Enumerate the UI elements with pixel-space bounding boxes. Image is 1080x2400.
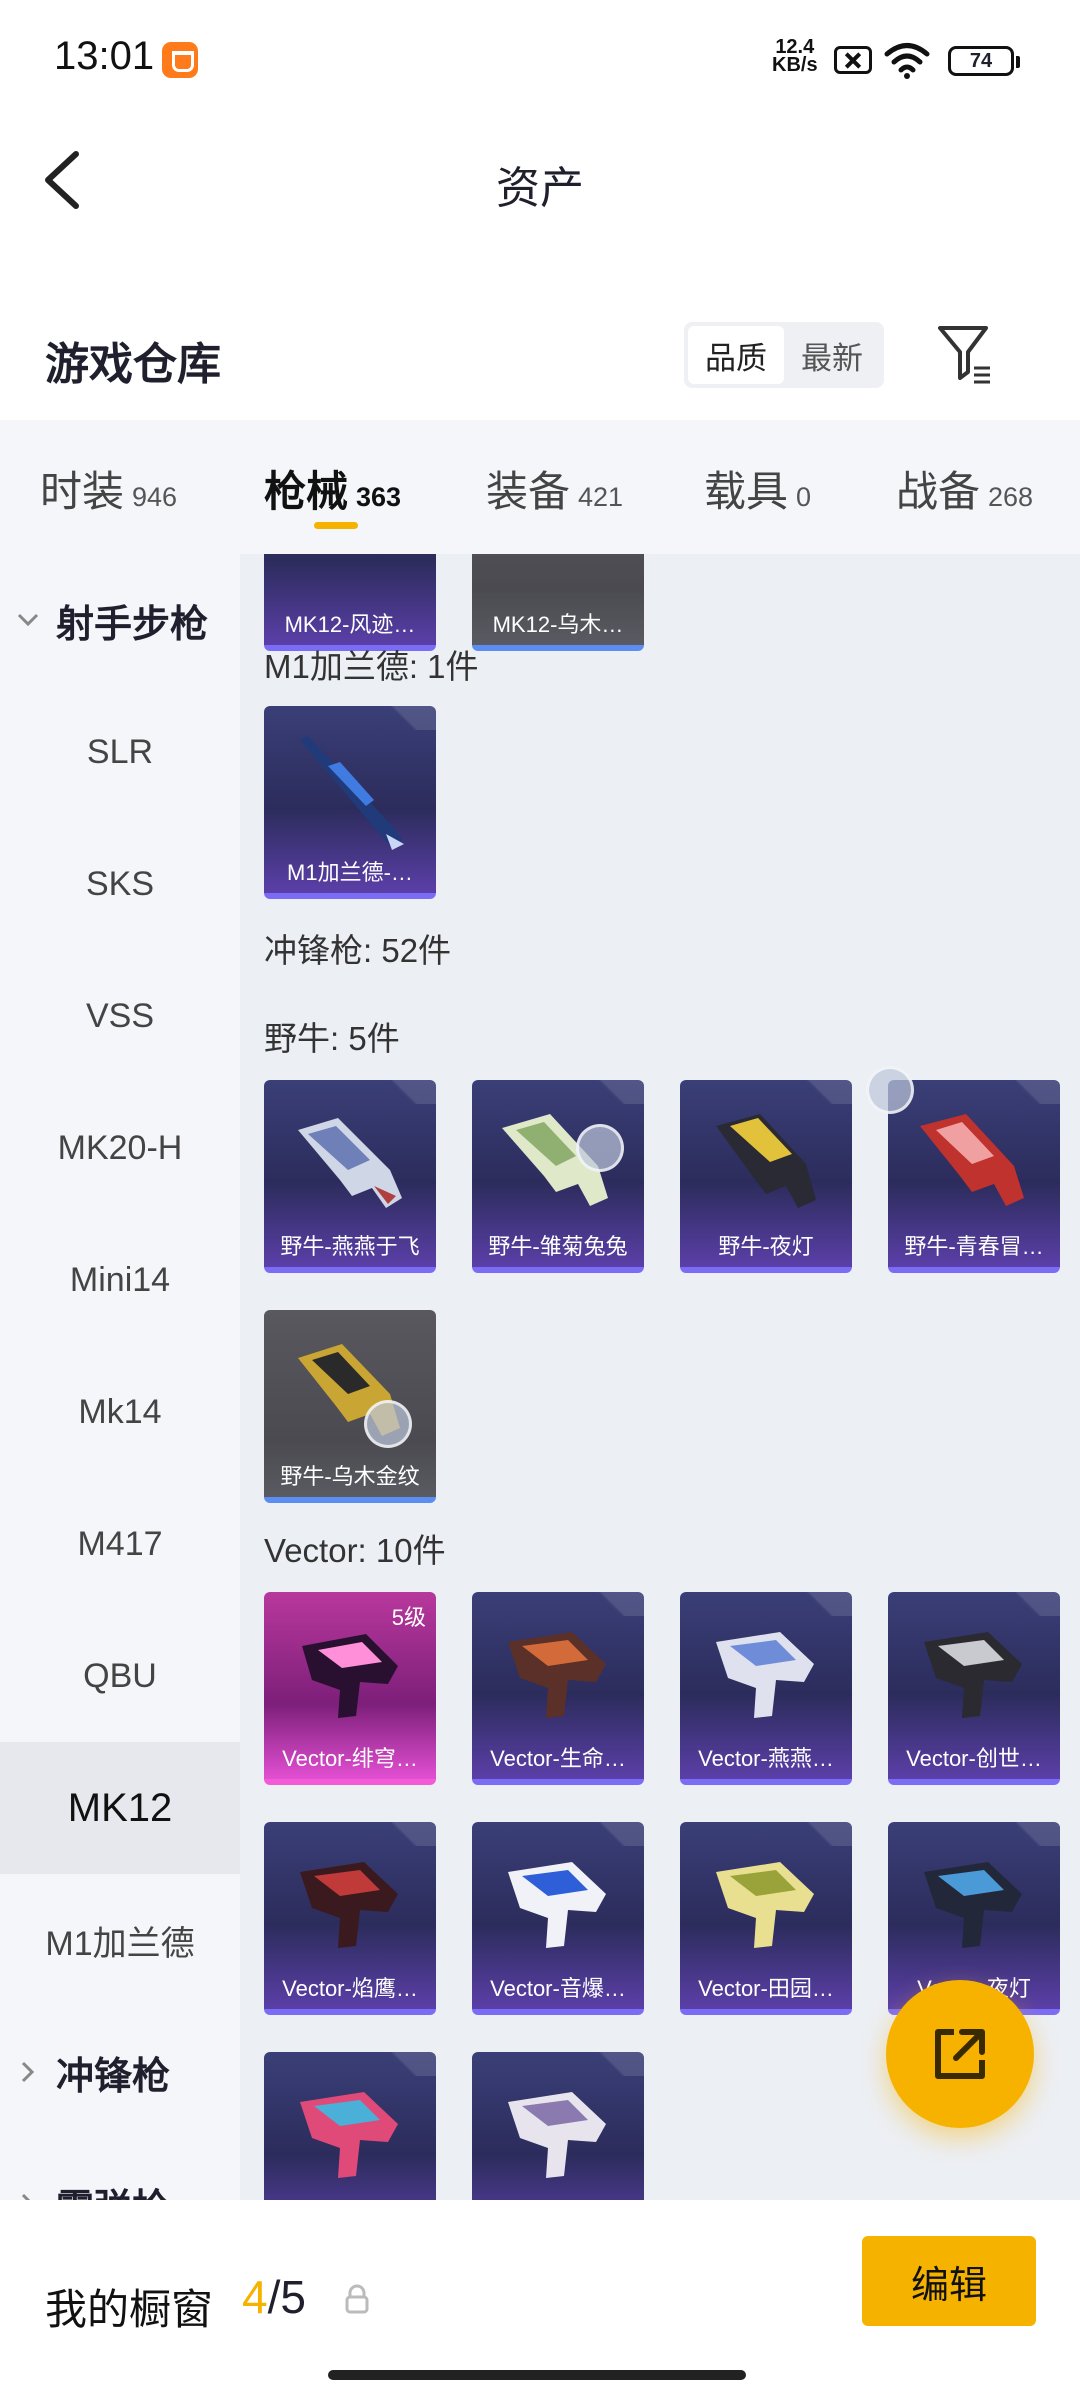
weapon-card[interactable]: Vector-田园… [680, 1822, 852, 2015]
network-speed: 12.4 KB/s [772, 36, 818, 76]
touch-indicator [576, 1124, 624, 1172]
sidebar-item-sks[interactable]: SKS [0, 818, 240, 950]
tab-vehicles[interactable]: 载具 0 [704, 458, 811, 519]
touch-indicator [866, 1066, 914, 1114]
tab-weapons[interactable]: 枪械 363 [264, 458, 401, 519]
category-tabs: 时装 946 枪械 363 装备 421 载具 0 战备 268 [0, 420, 1080, 554]
weapon-card[interactable]: 野牛-乌木金纹 [264, 1310, 436, 1503]
weapon-card[interactable]: 5级 Vector-绯穹… [264, 1592, 436, 1785]
sidebar-item-vss[interactable]: VSS [0, 950, 240, 1082]
weapon-card-label: Vector-绯穹… [282, 1746, 418, 1771]
smg-image [924, 1862, 1022, 1948]
weapon-grid: MK12-风迹… MK12-乌木… M1加兰德: 1件 M1加兰德-… 冲锋枪:… [240, 554, 1080, 2200]
weapon-card[interactable]: 野牛-雏菊兔兔 [472, 1080, 644, 1273]
weapon-card[interactable]: MK12-风迹… [264, 554, 436, 651]
weapon-card-label: 野牛-燕燕于飞 [280, 1234, 420, 1259]
sidebar-item-m417[interactable]: M417 [0, 1478, 240, 1610]
section-header-m1-garand: M1加兰德: 1件 [264, 648, 479, 685]
smg-image [716, 1632, 814, 1718]
weapon-card-label: Vector-音爆… [490, 1976, 626, 2001]
rifle-image [300, 736, 404, 850]
weapon-card-label: MK12-乌木… [492, 612, 624, 637]
showcase-bar: 我的橱窗 4/5 编辑 [0, 2200, 1080, 2400]
weapon-card-label: Vector-燕燕… [698, 1746, 834, 1771]
home-indicator[interactable] [328, 2370, 746, 2380]
tab-equipment[interactable]: 装备 421 [486, 458, 623, 519]
weapon-card-label: 野牛-乌木金纹 [280, 1464, 420, 1489]
smg-image [716, 1114, 816, 1208]
sidebar-item-mk14[interactable]: Mk14 [0, 1346, 240, 1478]
sidebar-item-qbu[interactable]: QBU [0, 1610, 240, 1742]
weapon-card[interactable]: 野牛-燕燕于飞 [264, 1080, 436, 1273]
weapon-card-label: Vector-焰鹰… [282, 1976, 418, 2001]
smg-image [924, 1632, 1022, 1718]
touch-indicator [364, 1400, 412, 1448]
sidebar-item-slr[interactable]: SLR [0, 686, 240, 818]
sort-toggle: 品质 最新 [684, 322, 884, 388]
weapon-card[interactable]: 野牛-夜灯 [680, 1080, 852, 1273]
lock-icon [345, 2284, 369, 2314]
showcase-count: 4/5 [242, 2271, 306, 2323]
section-header-smg: 冲锋枪: 52件 [264, 932, 452, 969]
sidebar-group-marksman-rifle[interactable]: 射手步枪 [0, 554, 240, 686]
weapon-card[interactable]: 野牛-青春冒… [888, 1080, 1060, 1273]
share-button[interactable] [886, 1980, 1034, 2128]
weapon-card-label: 野牛-夜灯 [718, 1234, 814, 1259]
sidebar-item-mk12[interactable]: MK12 [0, 1742, 240, 1874]
status-bar: 13:01 12.4 KB/s 74 [0, 0, 1080, 120]
shopping-app-icon [162, 42, 198, 78]
battery-indicator: 74 [948, 46, 1020, 76]
edit-showcase-button[interactable]: 编辑 [862, 2236, 1036, 2326]
no-sim-icon [834, 46, 872, 74]
sort-quality-button[interactable]: 品质 [688, 326, 784, 384]
chevron-right-icon [0, 2061, 56, 2083]
weapon-card[interactable]: Vector-创世… [888, 1592, 1060, 1785]
weapon-card[interactable]: Vector-音爆… [472, 1822, 644, 2015]
filter-icon[interactable] [936, 322, 994, 384]
chevron-down-icon [0, 613, 56, 627]
smg-image [508, 2092, 606, 2178]
warehouse-title: 游戏仓库 [45, 340, 221, 389]
weapon-card-label: Vector-创世… [906, 1746, 1042, 1771]
page-title: 资产 [496, 164, 584, 213]
weapon-card[interactable]: Vector-燕燕… [680, 1592, 852, 1785]
sidebar-item-m1-garand[interactable]: M1加兰德 [0, 1874, 240, 2006]
weapon-card-label: MK12-风迹… [284, 612, 416, 637]
weapon-card[interactable]: Vector-焰鹰… [264, 1822, 436, 2015]
wifi-icon [884, 43, 930, 79]
weapon-card[interactable] [472, 2052, 644, 2200]
tab-supplies[interactable]: 战备 268 [896, 458, 1033, 519]
status-time: 13:01 [54, 34, 155, 78]
section-header-vector: Vector: 10件 [264, 1532, 446, 1569]
sidebar-group-shotgun[interactable]: 霰弹枪 [0, 2138, 240, 2200]
showcase-title: 我的橱窗 [45, 2286, 214, 2333]
smg-image [920, 1114, 1024, 1206]
section-header-bison: 野牛: 5件 [264, 1020, 400, 1057]
sidebar-item-mk20h[interactable]: MK20-H [0, 1082, 240, 1214]
share-icon [935, 2029, 985, 2079]
weapon-card[interactable]: MK12-乌木… [472, 554, 644, 651]
smg-image [508, 1862, 606, 1948]
weapon-card[interactable]: Vector-生命… [472, 1592, 644, 1785]
weapon-card-label: Vector-生命… [490, 1746, 626, 1771]
sidebar-group-smg[interactable]: 冲锋枪 [0, 2006, 240, 2138]
weapon-card-label: 野牛-青春冒… [904, 1234, 1044, 1259]
smg-image [300, 1862, 398, 1948]
sidebar-item-mini14[interactable]: Mini14 [0, 1214, 240, 1346]
sort-newest-button[interactable]: 最新 [784, 326, 880, 384]
chevron-right-icon [0, 2193, 56, 2200]
smg-image [716, 1862, 814, 1948]
weapon-category-sidebar: 射手步枪 SLR SKS VSS MK20-H Mini14 Mk14 M417… [0, 554, 240, 2200]
weapon-card[interactable]: M1加兰德-… [264, 706, 436, 899]
weapon-card-label: M1加兰德-… [287, 860, 413, 885]
smg-image [508, 1632, 606, 1718]
tab-fashion[interactable]: 时装 946 [40, 458, 177, 519]
weapon-card[interactable] [264, 2052, 436, 2200]
active-tab-indicator [314, 522, 358, 529]
weapon-card-label: Vector-田园… [698, 1976, 834, 2001]
weapon-card-label: 野牛-雏菊兔兔 [488, 1234, 628, 1259]
smg-image [300, 2092, 398, 2178]
smg-image [302, 1634, 398, 1718]
smg-image [298, 1118, 402, 1208]
